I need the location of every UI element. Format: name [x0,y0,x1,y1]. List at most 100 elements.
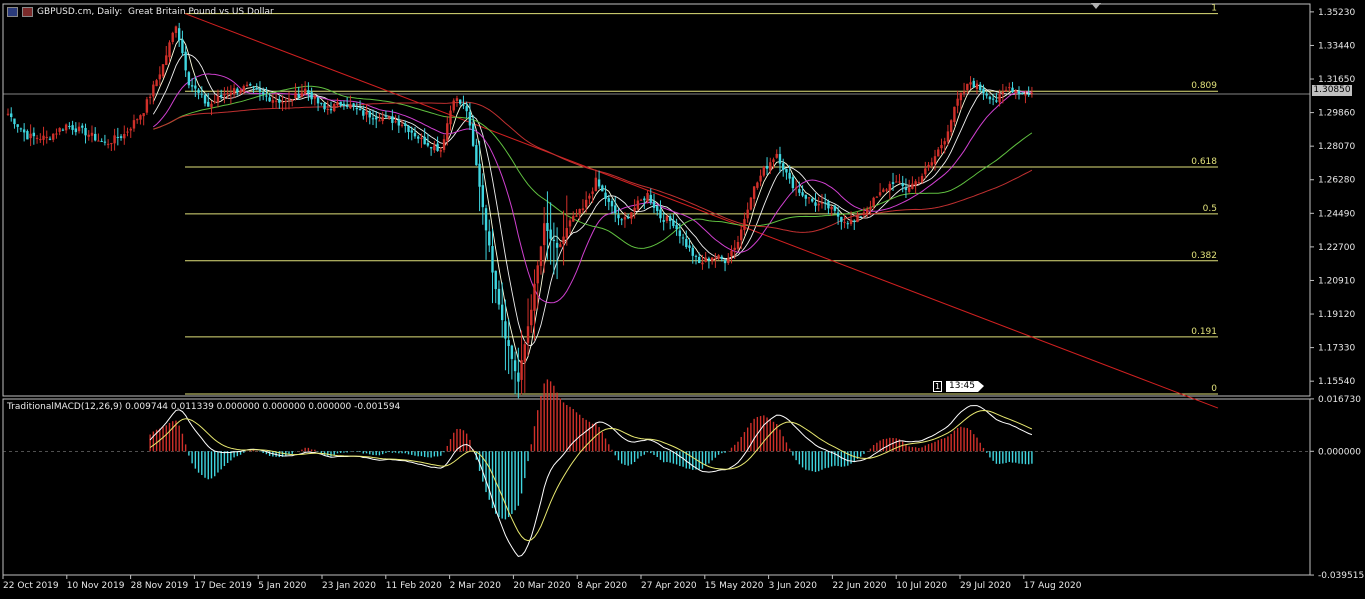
fibo-level-label: 0.618 [1191,157,1217,167]
candle-body [927,164,930,168]
candle-body [161,64,165,77]
candle-body [213,101,216,103]
candle-body [187,72,191,86]
candle-body [572,216,575,222]
time-countdown: 1 13:45 [933,381,984,392]
candle-body [407,125,410,132]
price-tick-label: 1.31650 [1318,75,1355,85]
trendline[interactable] [184,13,1219,409]
time-tick-label: 8 Apr 2020 [577,581,627,591]
time-tick-label: 5 Jan 2020 [258,581,306,591]
candle-body [255,88,258,90]
price-tick-label: 1.26280 [1318,176,1355,186]
candle-body [552,239,556,242]
candle-body [42,135,45,140]
candle-body [10,113,13,118]
macd-tick-label: 0.016730 [1318,395,1361,405]
candle-body [358,109,362,111]
candle-body [232,88,236,95]
fibo-level-label: 0.382 [1191,251,1217,261]
time-tick-label: 10 Nov 2019 [67,581,125,591]
candle-body [136,119,139,121]
candle-body [578,208,581,215]
candle-body [914,181,917,186]
trendline-line [184,13,1219,409]
candle-body [869,206,872,210]
candle-body [48,138,52,140]
candle-body [895,181,898,183]
candle-body [859,216,862,218]
chart-window-icon[interactable] [7,7,18,17]
candle-body [478,163,481,187]
candle-body [998,93,1001,103]
candle-body [313,95,317,99]
candle-body [287,98,291,101]
candle-body [119,136,123,138]
candle-body [90,132,94,136]
candle-body [746,209,749,219]
candle-body [77,126,81,132]
candle-body [801,192,804,196]
candle-body [630,212,633,219]
candle-body [381,117,384,122]
candle-body [365,111,368,115]
candle-body [252,86,255,88]
candle-body [94,133,97,141]
candle-body [1024,94,1027,96]
candle-body [84,127,87,136]
candle-body [614,205,617,214]
candle-body [907,187,911,192]
candle-body [219,94,223,97]
chart-header: GBPUSD.cm, Daily: Great Britain Pound vs… [7,6,274,18]
candle-body [394,121,397,123]
candle-body [681,237,685,239]
candle-body [494,270,497,290]
fibo-level-label: 0.5 [1203,204,1217,214]
candle-body [733,247,736,250]
candle-body [507,340,510,347]
candle-body [281,102,284,104]
time-tick-label: 17 Aug 2020 [1024,581,1082,591]
candle-body [142,113,145,117]
candle-body [433,145,436,151]
candle-body [177,28,181,41]
candle-body [429,147,433,149]
candle-body [523,344,526,362]
candle-body [917,182,921,184]
candle-body [397,119,401,126]
candle-body [320,102,323,104]
candle-body [184,51,187,71]
candle-body [830,206,833,210]
candle-body [836,212,840,217]
candle-body [946,131,950,142]
price-chart[interactable]: 1 0.809 0.618 0.5 0.382 0.191 0 1.35230 1.33440… [0,0,1365,599]
price-tick-label: 1.24490 [1318,209,1355,219]
candle-body [171,32,174,42]
candle-body [449,110,452,125]
candle-body [704,257,707,262]
candle-body [462,104,465,106]
candle-body [245,84,249,87]
time-axis: 22 Oct 2019 10 Nov 2019 28 Nov 2019 17 Dec … [2,575,1082,591]
time-tick-label: 28 Nov 2019 [131,581,189,591]
candle-body [656,206,659,212]
shift-marker-icon[interactable] [1091,3,1101,9]
candle-body [455,98,459,102]
candle-body [484,208,488,231]
candle-body [174,26,178,33]
candle-body [646,193,649,202]
candle-body [352,103,355,107]
candle-body [504,321,507,339]
candle-body [865,208,869,214]
candle-body [181,39,184,54]
candle-body [190,85,194,87]
candle-body [723,260,727,264]
macd-line [149,405,1033,557]
candle-body [517,372,520,382]
candle-body [520,360,523,380]
candle-body [74,128,78,133]
candle-body [129,128,132,131]
chart-window-icon[interactable] [22,7,33,17]
candle-body [785,168,788,173]
candle-body [752,186,756,199]
